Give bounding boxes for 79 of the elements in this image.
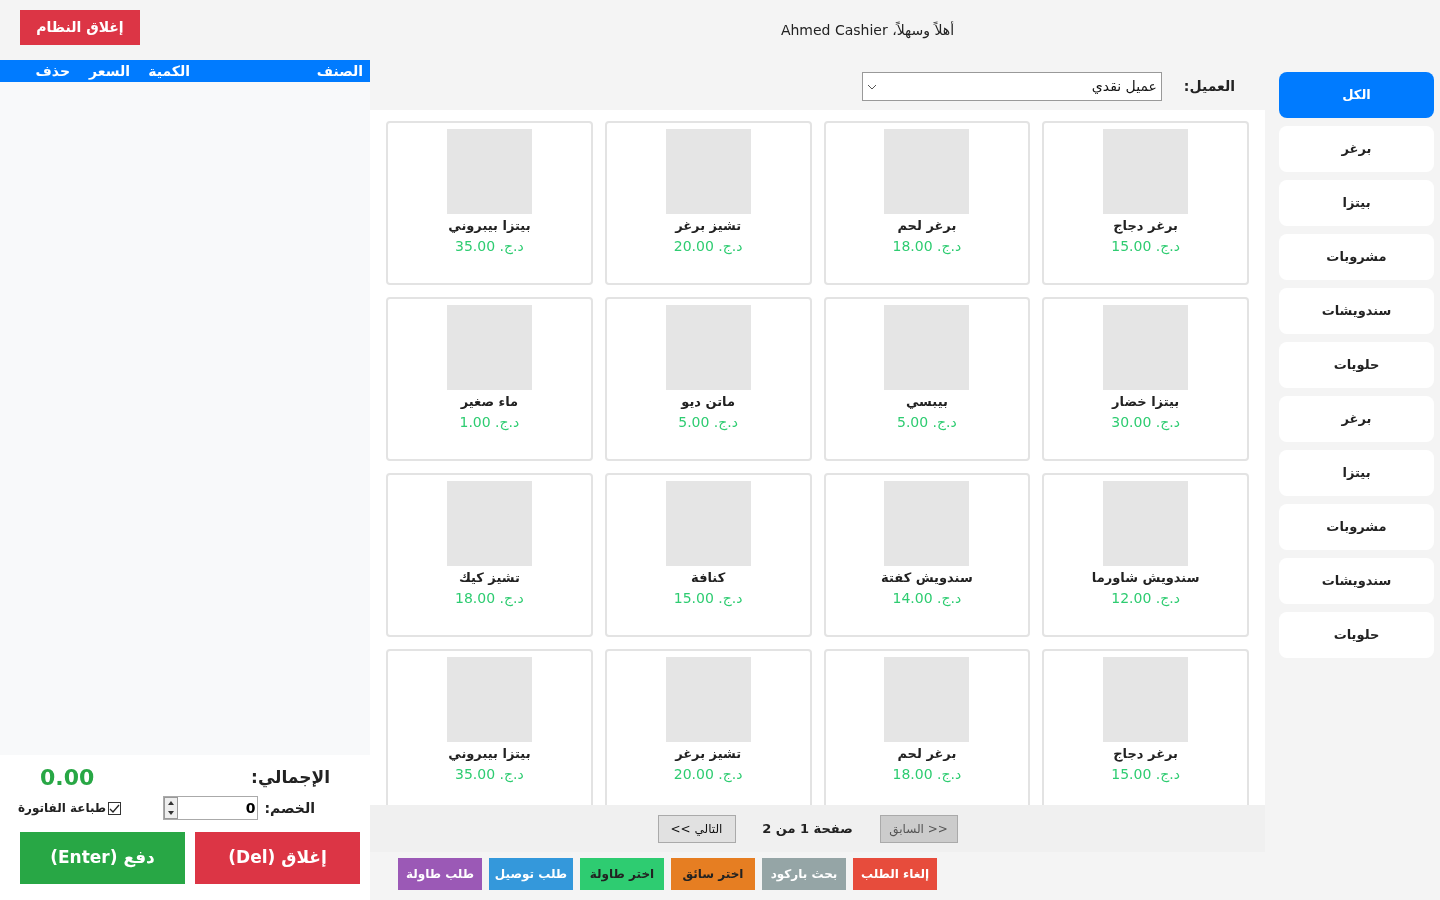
product-card[interactable]: سندويش كفتة د.ج. 14.00 [823, 473, 1031, 637]
action-button[interactable]: طلب طاولة [398, 858, 482, 890]
product-name: كنافة [691, 569, 726, 587]
product-name: تشيز برغر [675, 745, 742, 763]
product-name: بيتزا بيبروني [448, 217, 531, 235]
spinner-arrows-icon [164, 797, 179, 819]
product-card[interactable]: ماتن ديو د.ج. 5.00 [604, 297, 812, 461]
product-name: سندويش شاورما [1091, 569, 1200, 587]
product-card[interactable]: برغر لحم د.ج. 18.00 [823, 121, 1031, 285]
product-price: د.ج. 18.00 [892, 764, 962, 785]
customer-dropdown[interactable]: عميل نقدي [861, 72, 1162, 101]
category-button[interactable]: حلويات [1279, 342, 1434, 388]
product-price: د.ج. 35.00 [455, 764, 524, 785]
category-button[interactable]: سندويشات [1279, 558, 1434, 604]
category-button[interactable]: بيتزا [1279, 450, 1434, 496]
greeting-text: أهلاً وسهلاً، Ahmed Cashier [780, 20, 955, 41]
product-price: د.ج. 18.00 [892, 236, 962, 257]
product-card[interactable]: تشيز برغر د.ج. 20.00 [604, 121, 812, 285]
product-card[interactable]: بيبسي د.ج. 5.00 [823, 297, 1031, 461]
product-card[interactable]: بيتزا خضار د.ج. 30.00 [1042, 297, 1249, 461]
product-price: د.ج. 5.00 [678, 412, 739, 433]
product-name: ماء صغير [460, 393, 519, 411]
product-price: د.ج. 30.00 [1111, 412, 1180, 433]
product-name: بيتزا بيبروني [448, 745, 531, 763]
category-button[interactable]: سندويشات [1279, 288, 1434, 334]
product-name: تشيز برغر [675, 217, 742, 235]
category-button[interactable]: مشروبات [1279, 234, 1434, 280]
next-button[interactable]: التالي >> [657, 814, 736, 843]
customer-label: العميل: [1183, 77, 1235, 96]
product-price: د.ج. 15.00 [673, 588, 743, 609]
product-card[interactable]: كنافة د.ج. 15.00 [604, 473, 812, 637]
print-invoice-checkbox[interactable] [108, 801, 122, 815]
product-price: د.ج. 20.00 [673, 236, 743, 257]
discount-label: الخصم: [264, 798, 315, 818]
category-button[interactable]: برغر [1279, 396, 1434, 442]
product-price: د.ج. 35.00 [455, 236, 524, 257]
total-label: الإجمالي: [251, 765, 330, 790]
category-button[interactable]: حلويات [1279, 612, 1434, 658]
product-name: برغر لحم [897, 217, 957, 235]
product-name: تشيز كيك [458, 569, 520, 587]
product-price: د.ج. 12.00 [1111, 588, 1180, 609]
product-card[interactable]: تشيز برغر د.ج. 20.00 [604, 649, 812, 805]
action-button[interactable]: إلغاء الطلب [853, 858, 937, 890]
action-button[interactable]: اختر سائق [671, 858, 755, 890]
print-invoice-label: طباعة الفاتورة [18, 800, 107, 817]
product-name: برغر دجاج [1113, 745, 1178, 764]
product-name: برغر دجاج [1113, 217, 1178, 236]
page-indicator: صفحة 1 من 2 [761, 819, 854, 838]
product-name: بيبسي [905, 393, 948, 411]
product-card[interactable]: سندويش شاورما د.ج. 12.00 [1042, 473, 1249, 637]
product-card[interactable]: برغر دجاج د.ج. 15.00 [1042, 649, 1249, 805]
close-system-button[interactable]: إغلاق النظام [20, 10, 140, 45]
product-card[interactable]: برغر دجاج د.ج. 15.00 [1042, 121, 1249, 285]
product-card[interactable]: بيتزا بيبروني د.ج. 35.00 [386, 649, 593, 805]
category-button[interactable]: مشروبات [1279, 504, 1434, 550]
product-price: د.ج. 15.00 [1111, 236, 1180, 257]
product-price: د.ج. 14.00 [892, 588, 962, 609]
product-name: سندويش كفتة [881, 569, 973, 587]
product-price: د.ج. 5.00 [897, 412, 957, 433]
product-name: برغر لحم [897, 745, 957, 763]
product-card[interactable]: بيتزا بيبروني د.ج. 35.00 [386, 121, 593, 285]
product-price: د.ج. 18.00 [455, 588, 524, 609]
product-card[interactable]: برغر لحم د.ج. 18.00 [823, 649, 1031, 805]
cart-header: الصنف الكمية السعر حذف [0, 60, 370, 82]
close-order-button[interactable]: إغلاق (Del) [195, 832, 360, 884]
chevron-down-icon [866, 83, 877, 90]
category-button[interactable]: بيتزا [1279, 180, 1434, 226]
total-amount: 0.00 [40, 764, 95, 792]
product-name: بيتزا خضار [1112, 393, 1180, 411]
category-button[interactable]: الكل [1279, 72, 1434, 118]
product-price: د.ج. 1.00 [459, 412, 520, 433]
discount-spinner[interactable]: 0 [163, 796, 259, 820]
category-button[interactable]: برغر [1279, 126, 1434, 172]
product-card[interactable]: ماء صغير د.ج. 1.00 [386, 297, 593, 461]
product-price: د.ج. 20.00 [673, 764, 743, 785]
action-button[interactable]: اختر طاولة [580, 858, 664, 890]
product-name: ماتن ديو [681, 393, 735, 411]
product-price: د.ج. 15.00 [1111, 764, 1180, 785]
product-card[interactable]: تشيز كيك د.ج. 18.00 [386, 473, 593, 637]
